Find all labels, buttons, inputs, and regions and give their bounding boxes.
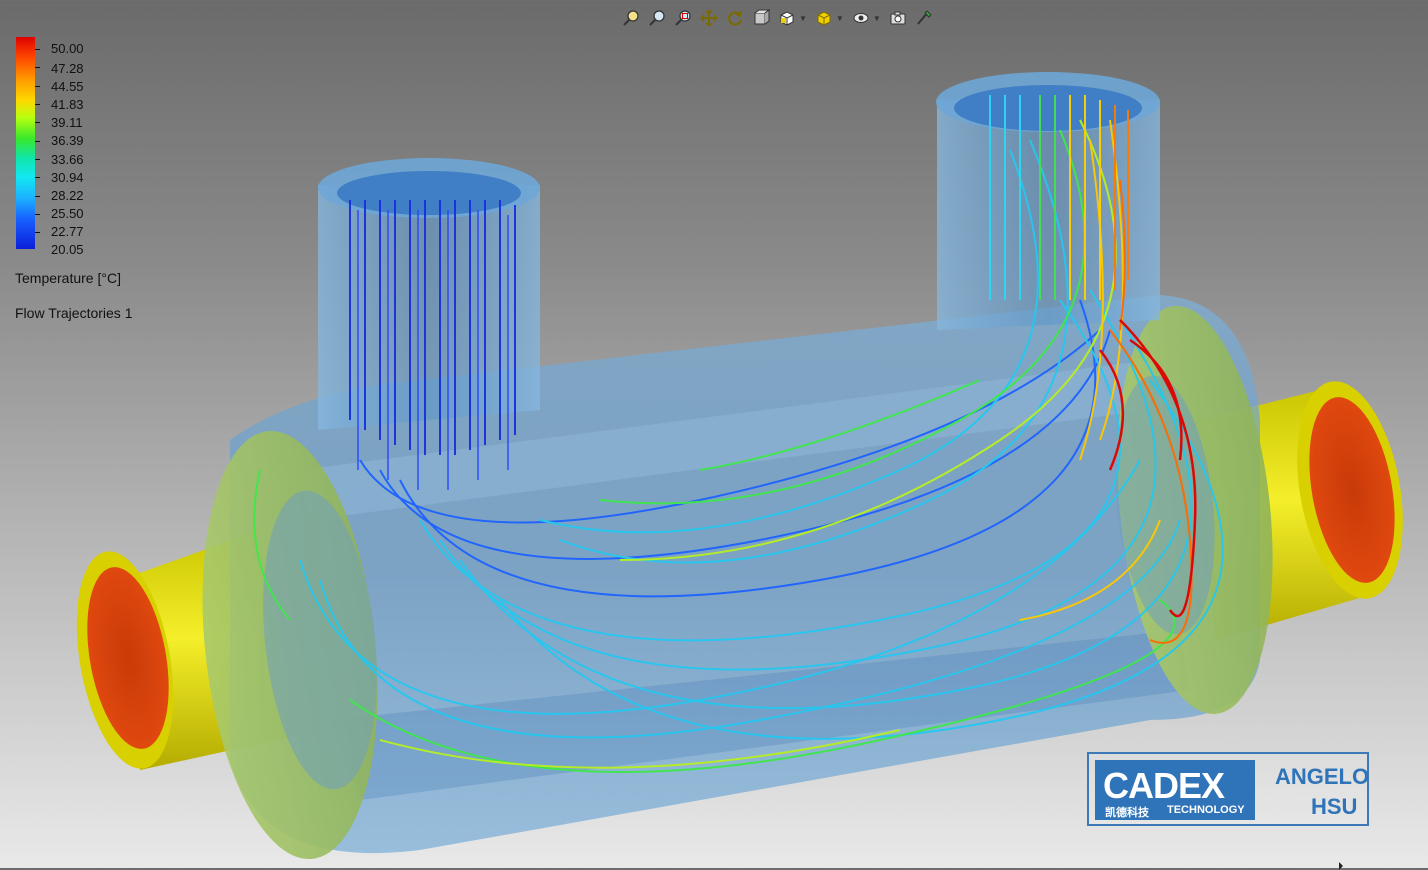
zoom-to-fit-icon[interactable] xyxy=(620,7,642,29)
author-last-name: HSU xyxy=(1311,794,1358,819)
legend-value: 47.28 xyxy=(51,61,84,76)
rotate-icon[interactable] xyxy=(724,7,746,29)
legend-value: 30.94 xyxy=(51,170,84,185)
pan-icon[interactable] xyxy=(698,7,720,29)
legend-value: 44.55 xyxy=(51,79,84,94)
legend-value: 33.66 xyxy=(51,152,84,167)
apply-scene-icon[interactable] xyxy=(913,7,935,29)
zoom-to-area-icon[interactable] xyxy=(672,7,694,29)
heat-exchanger-model xyxy=(76,72,1403,860)
brand-subtitle-en: TECHNOLOGY xyxy=(1167,804,1245,816)
author-first-name: ANGELO xyxy=(1275,764,1370,789)
legend-value: 41.83 xyxy=(51,97,84,112)
camera-icon[interactable] xyxy=(887,7,909,29)
legend-value: 36.39 xyxy=(51,133,84,148)
chevron-down-icon[interactable]: ▼ xyxy=(799,14,807,23)
chevron-down-icon[interactable]: ▼ xyxy=(873,14,881,23)
plot-name: Flow Trajectories 1 xyxy=(15,305,133,321)
mouse-cursor xyxy=(1339,862,1343,870)
chevron-down-icon[interactable]: ▼ xyxy=(836,14,844,23)
right-nozzle xyxy=(936,72,1160,330)
hide-show-icon[interactable] xyxy=(850,7,872,29)
legend-value: 25.50 xyxy=(51,206,84,221)
display-style-icon[interactable] xyxy=(813,7,835,29)
left-nozzle xyxy=(318,158,540,430)
legend-value: 20.05 xyxy=(51,242,84,257)
zoom-in-out-icon[interactable] xyxy=(646,7,668,29)
heads-up-toolbar: ▼ ▼ ▼ xyxy=(620,6,935,30)
legend-value: 28.22 xyxy=(51,188,84,203)
legend-title: Temperature [°C] xyxy=(15,270,121,286)
view-orientation-icon[interactable] xyxy=(776,7,798,29)
legend-value: 22.77 xyxy=(51,224,84,239)
brand-logo: CADEX 凯德科技 TECHNOLOGY xyxy=(1095,760,1255,820)
graphics-viewport[interactable]: ▼ ▼ ▼ 50.00 47.28 44.55 41.83 39.11 36.3… xyxy=(0,0,1428,870)
brand-name: CADEX xyxy=(1103,765,1225,806)
section-view-icon[interactable] xyxy=(750,7,772,29)
legend-value: 39.11 xyxy=(51,115,83,130)
legend-color-bar xyxy=(16,37,35,249)
brand-subtitle-cn: 凯德科技 xyxy=(1105,807,1149,819)
cadex-watermark: CADEX 凯德科技 TECHNOLOGY ANGELO HSU xyxy=(1087,752,1369,826)
legend-value: 50.00 xyxy=(51,41,84,56)
